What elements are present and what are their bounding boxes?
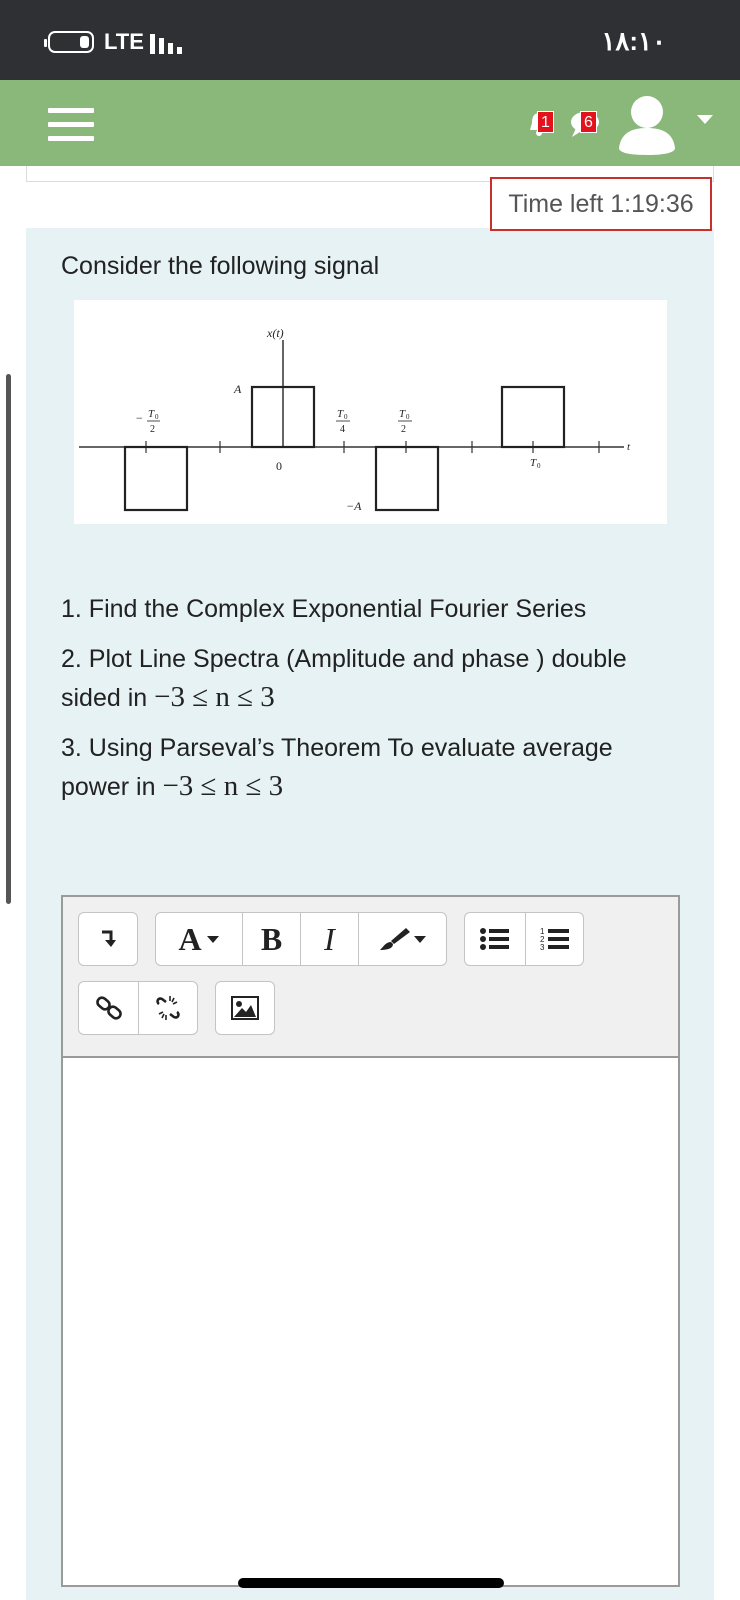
tick-quarter-period-num: T <box>337 408 344 420</box>
clock: ١٨:١٠ <box>601 26 666 56</box>
font-icon: A <box>178 920 202 957</box>
signal-icon <box>150 34 184 54</box>
amplitude-negative-label: −A <box>346 499 362 513</box>
user-avatar-icon[interactable] <box>617 92 677 156</box>
expand-toolbar-icon <box>102 930 116 947</box>
question-2-range: −3 ≤ n ≤ 3 <box>154 681 275 713</box>
italic-button[interactable]: I <box>300 913 358 965</box>
question-1: 1. Find the Complex Exponential Fourier … <box>61 595 587 623</box>
signal-figure: x(t) A −A 0 t − T 0 2 T 0 4 T 0 2 T 0 <box>74 300 667 524</box>
tick-period-sub: 0 <box>537 462 541 470</box>
battery-icon <box>44 31 94 53</box>
editor-toolbar: A B I 123 <box>63 897 678 1058</box>
toolbar-group-media <box>215 981 275 1035</box>
svg-text:3: 3 <box>540 943 545 952</box>
notifications-badge: 1 <box>537 111 554 133</box>
unlink-button[interactable] <box>138 982 197 1034</box>
tick-half-period-num: T <box>399 408 406 420</box>
amplitude-positive-label: A <box>233 382 242 396</box>
origin-label: 0 <box>276 459 282 473</box>
toolbar-group-links <box>78 981 198 1035</box>
font-dropdown-icon <box>206 936 219 943</box>
answer-editor: A B I 123 <box>61 895 680 1587</box>
t-axis-label: t <box>627 441 631 453</box>
paint-brush-icon <box>379 928 426 950</box>
link-icon <box>95 996 122 1020</box>
question-3-range: −3 ≤ n ≤ 3 <box>162 770 284 802</box>
scrollbar[interactable] <box>6 374 11 904</box>
unordered-list-icon <box>480 928 509 950</box>
messages-badge: 6 <box>580 111 597 133</box>
question-prompt: Consider the following signal <box>61 252 380 280</box>
tick-quarter-period-sub: 0 <box>344 413 348 421</box>
unlink-icon <box>156 996 180 1020</box>
unordered-list-button[interactable] <box>465 913 525 965</box>
tick-quarter-period-den: 4 <box>340 424 345 435</box>
ordered-list-icon: 123 <box>540 927 569 952</box>
toolbar-group-format: A B I <box>155 912 447 966</box>
question-3: 3. Using Parseval’s Theorem To evaluate … <box>61 734 613 802</box>
quiz-timer: Time left 1:19:36 <box>490 177 712 231</box>
network-type: LTE <box>104 29 144 54</box>
question-list: 1. Find the Complex Exponential Fourier … <box>61 590 661 818</box>
answer-text-area[interactable] <box>63 1058 678 1585</box>
bold-button[interactable]: B <box>242 913 300 965</box>
y-axis-label: x(t) <box>266 326 284 340</box>
tick-neg-half-period-num: T <box>148 408 155 420</box>
neg-sign-label: − <box>136 411 143 425</box>
insert-image-button[interactable] <box>216 982 274 1034</box>
image-icon <box>231 996 259 1020</box>
status-bar: LTE ١٨:١٠ <box>0 0 740 80</box>
link-button[interactable] <box>79 982 138 1034</box>
tick-neg-half-period-sub: 0 <box>155 413 159 421</box>
bold-icon: B <box>260 920 283 957</box>
toolbar-group-expand <box>78 912 138 966</box>
toolbar-group-lists: 123 <box>464 912 584 966</box>
italic-icon: I <box>324 920 335 957</box>
tick-half-period-sub: 0 <box>406 413 410 421</box>
question-2: 2. Plot Line Spectra (Amplitude and phas… <box>61 645 627 713</box>
expand-toolbar-button[interactable] <box>79 913 137 965</box>
text-color-button[interactable] <box>358 913 446 965</box>
menu-icon[interactable] <box>48 108 94 142</box>
user-menu-caret-icon[interactable] <box>697 115 713 124</box>
font-button[interactable]: A <box>156 913 242 965</box>
tick-neg-half-period-den: 2 <box>150 424 155 435</box>
home-indicator[interactable] <box>238 1578 504 1588</box>
tick-half-period-den: 2 <box>401 424 406 435</box>
tick-period-label: T <box>530 457 537 469</box>
ordered-list-button[interactable]: 123 <box>525 913 583 965</box>
